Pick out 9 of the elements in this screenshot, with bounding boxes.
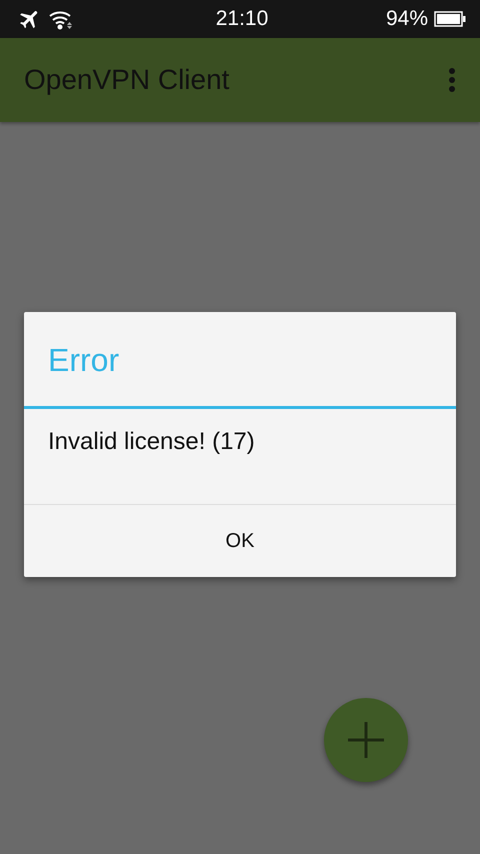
clock-time: 21:10: [216, 7, 268, 31]
battery-percent: 94%: [386, 7, 428, 31]
more-options-icon[interactable]: [448, 67, 456, 93]
dialog-title: Error: [24, 312, 456, 409]
ok-button[interactable]: OK: [24, 505, 456, 577]
app-title: OpenVPN Client: [24, 64, 230, 96]
plus-icon: [348, 722, 384, 758]
battery-icon: [434, 11, 466, 27]
dialog-message: Invalid license! (17): [24, 409, 456, 505]
